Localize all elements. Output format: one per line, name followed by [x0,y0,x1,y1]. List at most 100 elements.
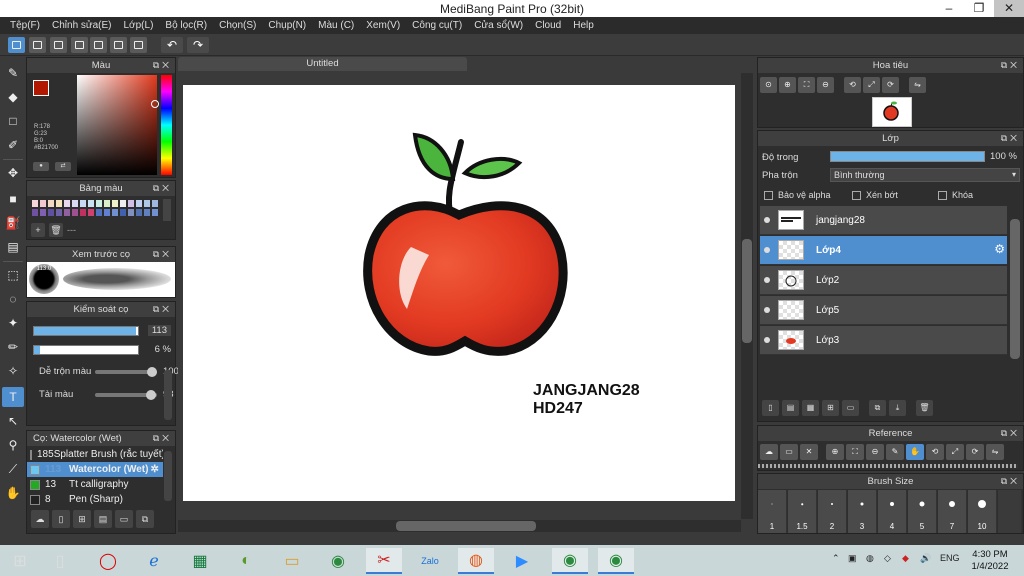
cloud-icon[interactable] [8,37,25,53]
layer-row-selected[interactable]: Lớp4 ⚙ [760,236,1007,265]
palette-swatch[interactable] [151,208,159,217]
palette-swatch[interactable] [71,208,79,217]
page-manager-icon[interactable] [90,37,107,53]
palette-grid[interactable] [31,199,159,217]
visibility-icon[interactable] [764,337,770,343]
color-picker-cursor[interactable] [151,100,159,108]
store-icon[interactable]: ▦ [182,548,218,574]
rotate-right-icon[interactable]: ⟳ [966,444,984,460]
menu-cloud[interactable]: Cloud [529,17,567,34]
brush-size-preset[interactable]: 3 [848,490,877,533]
palette-swatch[interactable] [87,199,95,208]
brush-size-value[interactable]: 113 [147,325,171,336]
color-mode-button[interactable]: ● [33,162,49,171]
fill-rect-tool-icon[interactable]: ■ [2,189,24,209]
panel-layout-icon[interactable] [130,37,147,53]
layer-folder-icon[interactable]: ▭ [842,400,859,416]
new-8bit-layer-icon[interactable]: ▦ [802,400,819,416]
select-tool-icon[interactable]: ⬚ [2,265,24,285]
close-window-button[interactable]: ✕ [994,0,1024,17]
merge-down-icon[interactable]: ⤓ [889,400,906,416]
brush-size-preset[interactable]: 7 [938,490,967,533]
move-tool-icon[interactable]: ✥ [2,163,24,183]
divide-tool-icon[interactable]: ⟋ [2,459,24,479]
palette-swatch[interactable] [111,208,119,217]
gradient-tool-icon[interactable]: ▤ [2,237,24,257]
flip-icon[interactable]: ⇋ [986,444,1004,460]
share-icon[interactable] [29,37,46,53]
start-icon[interactable]: ⊞ [2,548,38,574]
rotate-left-icon[interactable]: ⟲ [926,444,944,460]
zoom-actual-icon[interactable]: ⊙ [760,77,777,93]
menu-window[interactable]: Cửa sổ(W) [468,17,529,34]
visibility-icon[interactable] [764,277,770,283]
palette-swatch[interactable] [127,208,135,217]
comic-page-icon[interactable] [71,37,88,53]
palette-swatch[interactable] [135,208,143,217]
palette-swatch[interactable] [111,199,119,208]
new-brush-icon[interactable]: ▯ [52,510,70,528]
edge-icon[interactable]: ℯ [136,548,172,574]
correction-pen-icon[interactable]: ✐ [2,135,24,155]
close-reference-icon[interactable]: ✕ [800,444,818,460]
brush-tool-icon[interactable]: ✎ [2,63,24,83]
brush-list-scrollbar[interactable] [164,451,172,501]
zoom-meeting-icon[interactable]: ▶ [504,548,540,574]
palette-swatch[interactable] [79,199,87,208]
chrome-profile-icon[interactable]: ◉ [552,548,588,574]
brush-size-preset[interactable]: 5 [908,490,937,533]
menu-help[interactable]: Help [567,17,600,34]
paint-amount-slider[interactable] [95,390,157,400]
zalo-icon[interactable]: Zalo [412,548,448,574]
saturation-value-picker[interactable] [77,75,157,175]
palette-swatch[interactable] [55,199,63,208]
palette-swatch[interactable] [143,199,151,208]
rotate-right-icon[interactable]: ⟳ [882,77,899,93]
undo-button[interactable]: ↶ [161,37,183,53]
gear-icon[interactable]: ⚙ [994,242,1005,256]
restore-button[interactable]: ❐ [964,0,994,17]
clipping-checkbox[interactable]: Xén bớt [852,190,898,200]
magic-wand-icon[interactable]: ✦ [2,313,24,333]
palette-swatch[interactable] [63,208,71,217]
foreground-color-swatch[interactable] [33,80,49,96]
menu-capture[interactable]: Chụp(N) [262,17,312,34]
lasso-tool-icon[interactable]: ◌ [2,289,24,309]
document-tab[interactable]: Untitled [178,57,467,71]
palette-swatch[interactable] [31,199,39,208]
flip-horizontal-icon[interactable]: ⇋ [909,77,926,93]
cloud-reference-icon[interactable]: ☁ [760,444,778,460]
chrome-profile-2-icon[interactable]: ◉ [598,548,634,574]
palette-swatch[interactable] [87,208,95,217]
palette-swatch[interactable] [39,208,47,217]
chrome-icon[interactable]: ◉ [320,548,356,574]
duplicate-layer-icon[interactable]: ⧉ [869,400,886,416]
operation-tool-icon[interactable]: ↖ [2,411,24,431]
palette-swatch[interactable] [127,199,135,208]
volume-icon[interactable]: 🔊 [920,553,931,564]
cloud-brush-icon[interactable]: ☁ [31,510,49,528]
eyedropper-icon[interactable]: ✎ [886,444,904,460]
brush-item-selected[interactable]: 113 Watercolor (Wet) ✲ [27,462,163,477]
layer-row[interactable]: Lớp2 [760,266,1007,295]
tray-expand-icon[interactable]: ⌃ [832,553,840,564]
file-icon[interactable]: ▯ [42,548,78,574]
cococ-icon[interactable]: ◐ [228,548,264,574]
eraser-tool-icon[interactable]: ◆ [2,87,24,107]
palette-swatch[interactable] [103,199,111,208]
fit-icon[interactable]: ⛶ [846,444,864,460]
tray-app-icon[interactable]: ◇ [884,553,891,564]
canvas-vertical-scrollbar[interactable] [741,73,753,519]
brush-size-preset[interactable]: 1.5 [788,490,817,533]
palette-swatch[interactable] [143,208,151,217]
zoom-in-icon[interactable]: ⊕ [779,77,796,93]
menu-select[interactable]: Chọn(S) [213,17,262,34]
brush-opacity-slider[interactable] [33,345,139,355]
snipping-tool-icon[interactable]: ✂ [366,548,402,574]
new-layer-icon[interactable]: ▯ [762,400,779,416]
layer-row[interactable]: Lớp5 [760,296,1007,325]
palette-swatch[interactable] [95,208,103,217]
fit-window-icon[interactable]: ⛶ [798,77,815,93]
navigator-thumbnail[interactable] [872,97,912,127]
protect-alpha-checkbox[interactable]: Bảo vệ alpha [764,190,831,200]
